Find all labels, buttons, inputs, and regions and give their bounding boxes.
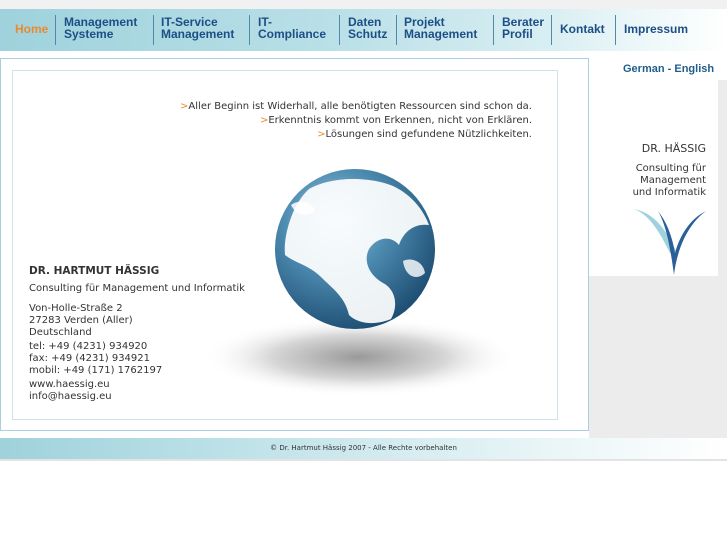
brand-subtitle: Consulting für Management und Informatik — [633, 163, 706, 199]
footer-bar: © Dr. Hartmut Hässig 2007 - Alle Rechte … — [0, 438, 727, 459]
email-link[interactable]: info@haessig.eu — [29, 391, 112, 403]
contact-mobile: mobil: +49 (171) 1762197 — [29, 365, 163, 376]
contact-tel: tel: +49 (4231) 934920 — [29, 341, 148, 352]
nav-home[interactable]: Home — [15, 9, 48, 51]
quote-text: Lösungen sind gefundene Nützlichkeiten. — [325, 129, 532, 140]
brand-line-2: Management — [640, 175, 706, 186]
nav-separator — [153, 15, 154, 45]
nav-projekt-management[interactable]: Projekt Management — [404, 9, 477, 51]
nav-separator — [249, 15, 250, 45]
lang-separator: - — [664, 63, 675, 75]
website-link[interactable]: www.haessig.eu — [29, 379, 110, 391]
nav-impressum[interactable]: Impressum — [624, 9, 688, 51]
quote-line-1: >Aller Beginn ist Widerhall, alle benöti… — [180, 101, 532, 112]
nav-separator — [339, 15, 340, 45]
company-subtitle: Consulting für Management und Informatik — [29, 283, 245, 294]
top-strip — [0, 0, 727, 9]
contact-fax: fax: +49 (4231) 934921 — [29, 353, 151, 364]
nav-separator — [615, 15, 616, 45]
nav-separator — [493, 15, 494, 45]
nav-berater-profil[interactable]: Berater Profil — [502, 9, 544, 51]
lang-english-link[interactable]: English — [674, 63, 714, 75]
content-card: > Aller Beginn ist Widerhall, alle benöti… — [12, 70, 558, 420]
company-owner-name: DR. HARTMUT HÄSSIG — [29, 265, 160, 277]
nav-management-systeme[interactable]: Management Systeme — [64, 9, 137, 51]
address-city: 27283 Verden (Aller) — [29, 315, 133, 326]
quote-line-2: >Erkenntnis kommt von Erkennen, nicht vo… — [260, 115, 532, 126]
brand-line-1: Consulting für — [635, 163, 706, 174]
language-switch: German - English — [623, 63, 714, 75]
brand-logo-icon — [634, 209, 706, 275]
nav-datenschutz[interactable]: Daten Schutz — [348, 9, 387, 51]
quote-line-3: >Lösungen sind gefundene Nützlichkeiten. — [317, 129, 532, 140]
address-street: Von-Holle-Straße 2 — [29, 303, 123, 314]
nav-kontakt[interactable]: Kontakt — [560, 9, 605, 51]
main-navigation: Home Management Systeme IT-Service Manag… — [0, 9, 727, 51]
nav-separator — [551, 15, 552, 45]
nav-separator — [55, 15, 56, 45]
footer-edge — [0, 459, 727, 461]
quote-text: Erkenntnis kommt von Erkennen, nicht von… — [268, 115, 532, 126]
brand-line-3: und Informatik — [632, 187, 706, 198]
quote-marker: > — [317, 129, 326, 140]
content-frame: > Aller Beginn ist Widerhall, alle benöti… — [0, 58, 589, 431]
lang-german-link[interactable]: German — [623, 63, 665, 75]
address-country: Deutschland — [29, 327, 92, 338]
nav-separator — [396, 15, 397, 45]
globe-image — [201, 169, 517, 397]
brand-name: DR. HÄSSIG — [641, 142, 706, 155]
quote-text: Aller Beginn ist Widerhall, alle benötig… — [188, 101, 532, 112]
footer-copyright: © Dr. Hartmut Hässig 2007 - Alle Rechte … — [270, 444, 457, 452]
nav-it-service-management[interactable]: IT-Service Management — [161, 9, 234, 51]
nav-it-compliance[interactable]: IT- Compliance — [258, 9, 326, 51]
